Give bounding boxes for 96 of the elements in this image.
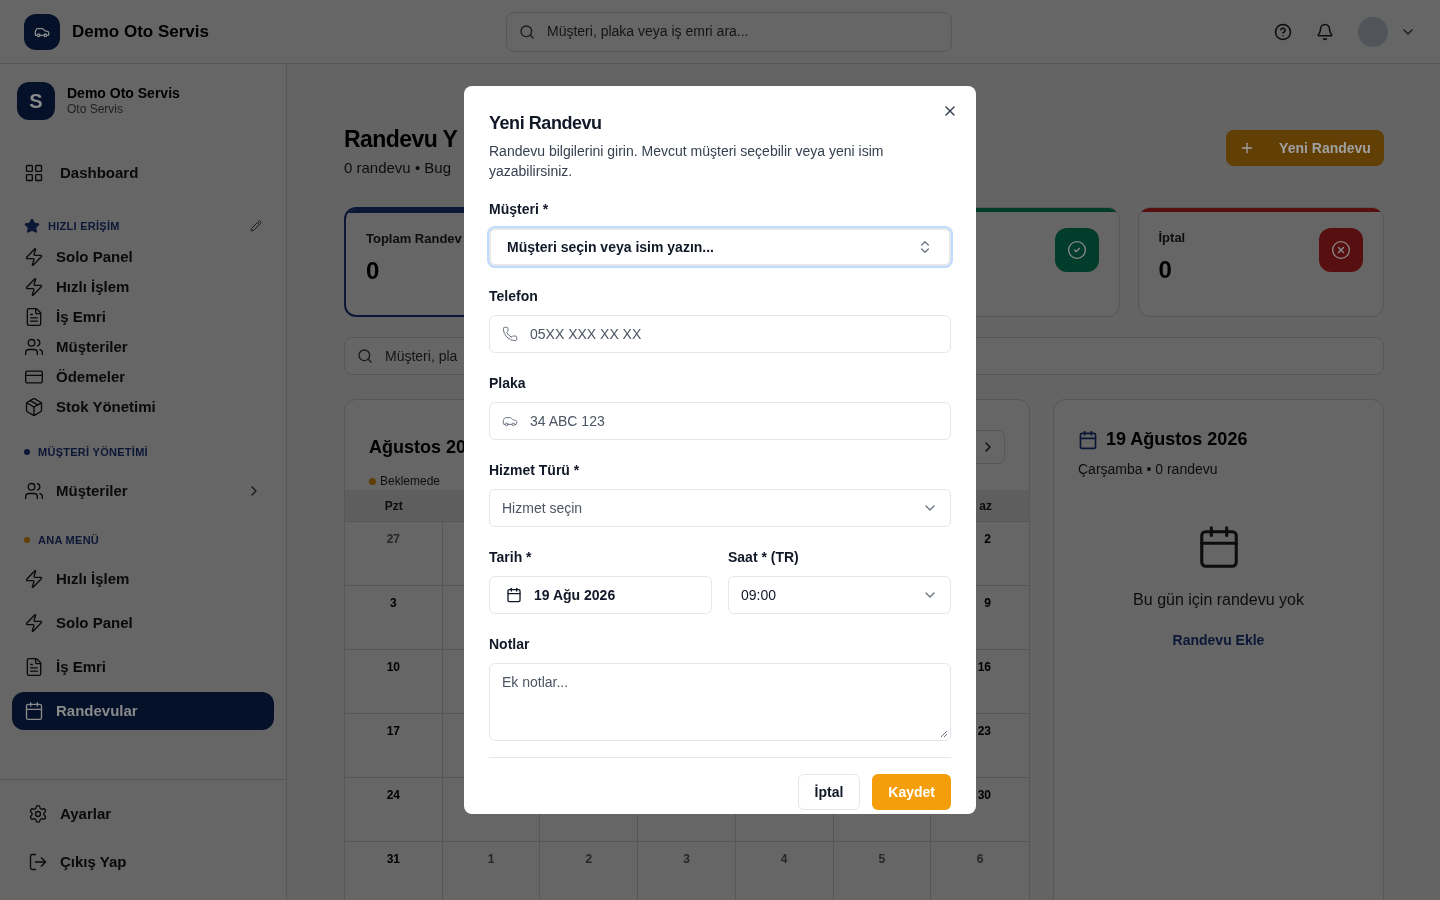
sidebar-item[interactable]: Stok Yönetimi xyxy=(12,392,274,422)
check-circle-icon xyxy=(1066,240,1087,260)
weekday-label: az xyxy=(978,497,993,515)
document-icon xyxy=(24,307,44,327)
day-number: 24 xyxy=(386,787,401,804)
document-icon xyxy=(24,657,44,677)
day-number: 2 xyxy=(585,851,593,868)
x-circle-icon xyxy=(1331,240,1351,260)
day-number: 3 xyxy=(683,851,690,868)
stat-label: İptal xyxy=(1158,229,1186,247)
sidebar-item[interactable]: Hızlı İşlem xyxy=(12,560,274,598)
edit-icon[interactable] xyxy=(250,220,262,232)
day-number: 31 xyxy=(386,851,401,868)
day-number: 2 xyxy=(984,531,991,548)
field-label: Tarih * xyxy=(489,548,533,567)
sidebar-item[interactable]: Ayarlar xyxy=(16,794,270,834)
sidebar-item[interactable]: Müşteriler xyxy=(12,332,274,362)
day-number: 1 xyxy=(487,851,495,868)
field-label: Plaka xyxy=(489,374,527,393)
sidebar-item[interactable]: İş Emri xyxy=(12,648,274,686)
select-field[interactable]: 09:00 xyxy=(728,576,951,614)
cancel-button[interactable]: İptal xyxy=(797,774,861,810)
page-subtitle: 0 randevu • Bug xyxy=(344,157,452,178)
day-number: 16 xyxy=(977,659,991,676)
sidebar-item[interactable]: Randevular xyxy=(12,692,274,730)
empty-message: Bu gün için randevu yok xyxy=(1133,590,1304,610)
field-label: Saat * (TR) xyxy=(728,548,800,567)
bell-icon[interactable] xyxy=(1316,22,1334,41)
page-title: Randevu Y xyxy=(344,125,458,154)
customer-combobox[interactable]: Müşteri seçin veya isim yazın... xyxy=(489,228,951,266)
section-title: ANA MENÜ xyxy=(38,532,101,548)
sidebar-item[interactable]: Ödemeler xyxy=(12,362,274,392)
section-title: HIZLI ERİŞİM xyxy=(48,218,121,234)
lightning-icon xyxy=(24,247,44,267)
new-appointment-button[interactable]: Yeni Randevu xyxy=(1226,130,1384,166)
settings-icon xyxy=(28,804,48,824)
sidebar-item[interactable]: Dashboard xyxy=(12,154,274,192)
input-field[interactable]: 05XX XXX XX XX xyxy=(489,315,951,353)
org-avatar: S xyxy=(17,82,55,120)
day-number: 27 xyxy=(386,531,401,548)
field-label: Hizmet Türü * xyxy=(489,461,581,480)
org-name: Demo Oto Servis xyxy=(67,84,180,103)
day-number: 9 xyxy=(984,595,991,612)
day-subtitle: Çarşamba • 0 randevu xyxy=(1078,460,1219,479)
calendar-icon xyxy=(24,701,44,721)
search-field[interactable]: Müşteri, plaka veya iş emri ara... xyxy=(506,11,952,52)
resize-handle-icon xyxy=(940,730,948,738)
weekday-label: Pzt xyxy=(383,497,404,515)
dialog-title: Yeni Randevu xyxy=(489,112,603,135)
brand-name: Demo Oto Servis xyxy=(72,20,209,43)
add-appointment-link[interactable]: Randevu Ekle xyxy=(1172,630,1265,651)
sidebar-item[interactable]: Hızlı İşlem xyxy=(12,272,274,302)
sidebar-item[interactable]: İş Emri xyxy=(12,302,274,332)
day-number: 6 xyxy=(976,851,984,868)
grid-icon xyxy=(24,163,44,183)
dialog-description: Randevu bilgilerini girin. Mevcut müşteri seçebilir veya yeni isim yazabilirsiniz. xyxy=(489,142,885,181)
day-number: 5 xyxy=(878,851,886,868)
day-number: 30 xyxy=(977,787,991,804)
sidebar-item[interactable]: Solo Panel xyxy=(12,604,274,642)
stat-label: Toplam Randev xyxy=(366,230,462,248)
sidebar-item[interactable]: Çıkış Yap xyxy=(16,842,270,882)
search-icon xyxy=(357,348,373,364)
section-title: MÜŞTERİ YÖNETİMİ xyxy=(38,444,149,460)
day-number: 23 xyxy=(977,723,991,740)
stat-value: 0 xyxy=(1158,254,1173,285)
users-icon xyxy=(24,481,44,501)
field-label: Telefon xyxy=(489,287,539,306)
users-icon xyxy=(24,337,44,357)
lightning-icon xyxy=(24,277,44,297)
day-number: 3 xyxy=(390,595,397,612)
notes-field[interactable]: Ek notlar... xyxy=(489,663,951,741)
lightning-icon xyxy=(24,613,44,633)
input-field[interactable]: 34 ABC 123 xyxy=(489,402,951,440)
day-number: 17 xyxy=(386,723,401,740)
date-field[interactable]: 19 Ağu 2026 xyxy=(489,576,712,614)
phone-icon xyxy=(502,326,518,342)
box-icon xyxy=(24,397,44,417)
sidebar-item[interactable]: Müşteriler xyxy=(12,472,274,510)
save-button[interactable]: Kaydet xyxy=(872,774,951,810)
sidebar-item[interactable]: Solo Panel xyxy=(12,242,274,272)
stat-value: 0 xyxy=(366,255,381,286)
star-icon xyxy=(24,218,40,234)
day-number: 10 xyxy=(386,659,401,676)
calendar-icon xyxy=(506,587,522,603)
day-number: 4 xyxy=(780,851,788,868)
lightning-icon xyxy=(24,569,44,589)
legend-label: Beklemede xyxy=(380,473,441,490)
field-label: Notlar xyxy=(489,635,531,654)
day-title: 19 Ağustos 2026 xyxy=(1106,428,1248,451)
logout-icon xyxy=(28,852,48,872)
search-icon xyxy=(519,23,535,40)
org-subtitle: Oto Servis xyxy=(67,102,124,118)
select-field[interactable]: Hizmet seçin xyxy=(489,489,951,527)
help-icon[interactable] xyxy=(1274,22,1292,41)
calendar-icon xyxy=(1078,429,1098,450)
field-label: Müşteri * xyxy=(489,200,550,219)
